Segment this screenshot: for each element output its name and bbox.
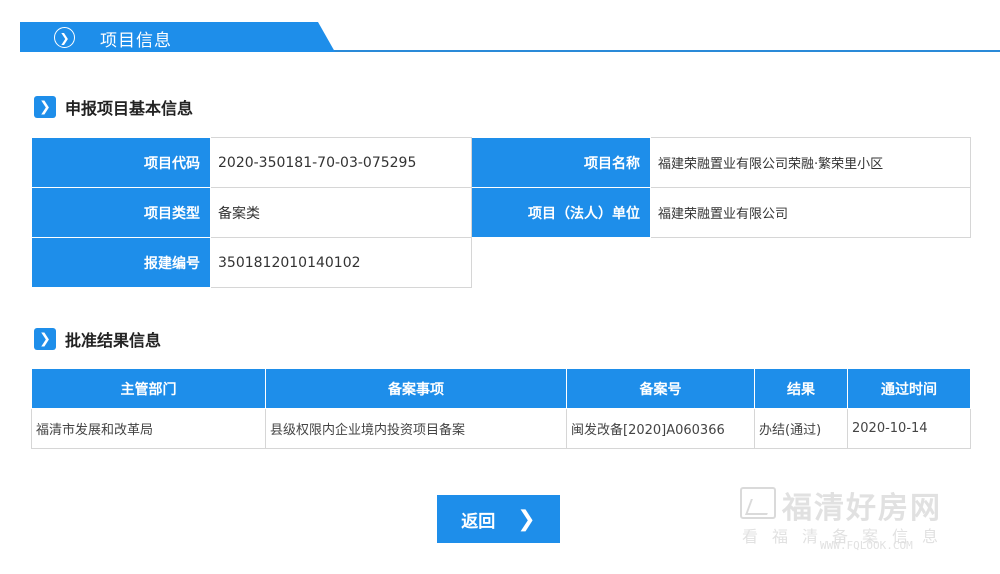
- header-tab: ❯ 项目信息: [20, 22, 335, 52]
- column-header-matter: 备案事项: [265, 368, 567, 409]
- section-heading-basic: ❯ 申报项目基本信息: [34, 95, 193, 119]
- table-header-row: 主管部门 备案事项 备案号 结果 通过时间: [31, 368, 971, 409]
- chevron-right-icon: ❯: [517, 506, 536, 532]
- page-title: 项目信息: [100, 31, 172, 51]
- table-row: 项目类型 备案类 项目（法人）单位 福建荣融置业有限公司: [31, 187, 971, 238]
- field-label-project-type: 项目类型: [31, 187, 211, 238]
- back-button[interactable]: 返回 ❯: [437, 495, 560, 543]
- table-row: 报建编号 3501812010140102: [31, 237, 971, 288]
- column-header-result: 结果: [754, 368, 848, 409]
- field-value-project-type: 备案类: [210, 187, 472, 238]
- cell-department: 福清市发展和改革局: [31, 408, 266, 449]
- chevron-right-icon: ❯: [34, 96, 56, 118]
- empty-cell: [472, 238, 971, 288]
- table-row: 项目代码 2020-350181-70-03-075295 项目名称 福建荣融置…: [31, 137, 971, 188]
- section-heading-approval: ❯ 批准结果信息: [34, 327, 161, 351]
- column-header-pass-date: 通过时间: [847, 368, 971, 409]
- field-value-report-number: 3501812010140102: [210, 237, 472, 288]
- watermark-url: WWW.FQLOOK.COM: [820, 539, 913, 552]
- field-label-legal-unit: 项目（法人）单位: [471, 187, 651, 238]
- chevron-right-circle-icon: ❯: [54, 27, 75, 48]
- field-value-project-name: 福建荣融置业有限公司荣融·繁荣里小区: [650, 137, 971, 188]
- column-header-department: 主管部门: [31, 368, 266, 409]
- page-frame: ❯ 项目信息 ❯ 申报项目基本信息 项目代码 2020-350181-70-03…: [0, 0, 1000, 574]
- watermark: 福清好房网 看福清备案信息 WWW.FQLOOK.COM: [740, 483, 980, 558]
- cell-record-number: 闽发改备[2020]A060366: [566, 408, 755, 449]
- field-label-project-name: 项目名称: [471, 137, 651, 188]
- field-label-project-code: 项目代码: [31, 137, 211, 188]
- basic-info-table: 项目代码 2020-350181-70-03-075295 项目名称 福建荣融置…: [31, 137, 971, 288]
- approval-table: 主管部门 备案事项 备案号 结果 通过时间 福清市发展和改革局 县级权限内企业境…: [31, 368, 971, 449]
- cell-pass-date: 2020-10-14: [847, 408, 971, 449]
- cell-result: 办结(通过): [754, 408, 848, 449]
- field-value-project-code: 2020-350181-70-03-075295: [210, 137, 472, 188]
- table-row: 福清市发展和改革局 县级权限内企业境内投资项目备案 闽发改备[2020]A060…: [31, 408, 971, 449]
- field-value-legal-unit: 福建荣融置业有限公司: [650, 187, 971, 238]
- cell-matter: 县级权限内企业境内投资项目备案: [265, 408, 567, 449]
- section-title-approval: 批准结果信息: [65, 331, 162, 350]
- back-button-label: 返回: [461, 511, 496, 532]
- column-header-record-number: 备案号: [566, 368, 755, 409]
- section-title-basic: 申报项目基本信息: [65, 99, 194, 118]
- house-logo-icon: [740, 487, 776, 519]
- field-label-report-number: 报建编号: [31, 237, 211, 288]
- chevron-right-icon: ❯: [34, 328, 56, 350]
- watermark-name: 福清好房网: [782, 491, 942, 526]
